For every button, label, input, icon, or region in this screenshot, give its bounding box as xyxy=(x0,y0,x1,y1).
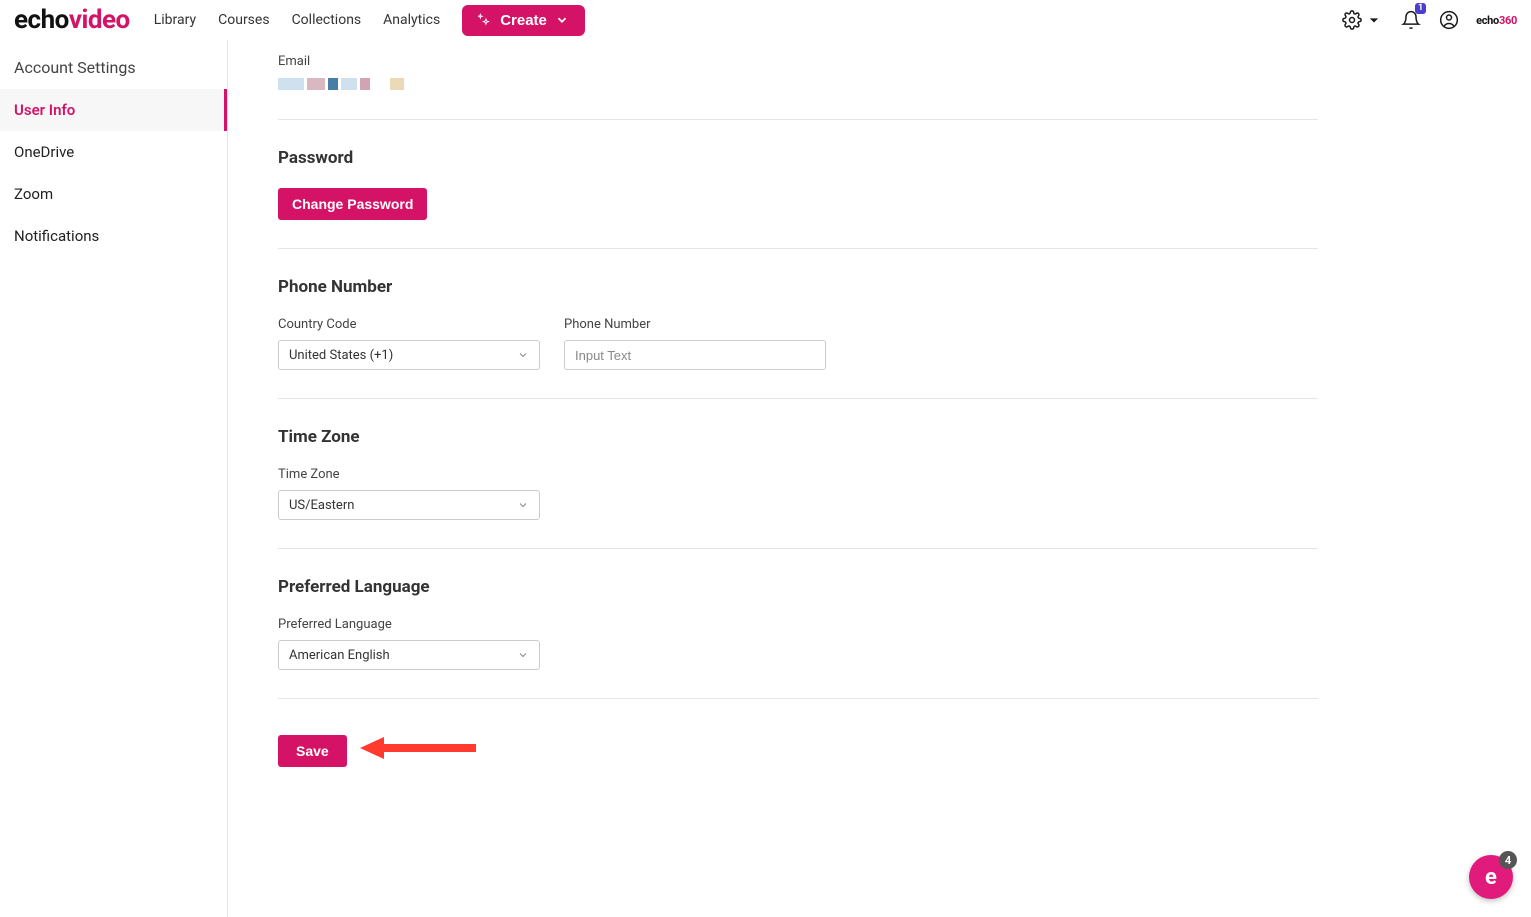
user-circle-icon xyxy=(1439,10,1459,30)
timezone-value: US/Eastern xyxy=(289,498,354,513)
primary-nav: Library Courses Collections Analytics Cr… xyxy=(154,5,585,36)
brand-mini[interactable]: echo360 xyxy=(1476,14,1517,27)
country-code-select[interactable]: United States (+1) xyxy=(278,340,540,370)
language-value: American English xyxy=(289,648,390,663)
email-label: Email xyxy=(278,54,1318,69)
sidebar-item-notifications[interactable]: Notifications xyxy=(0,215,227,257)
redacted-email-value xyxy=(278,77,404,91)
sidebar-item-user-info[interactable]: User Info xyxy=(0,89,227,131)
section-timezone: Time Zone Time Zone US/Eastern xyxy=(278,399,1318,549)
language-title: Preferred Language xyxy=(278,577,1318,597)
nav-library[interactable]: Library xyxy=(154,12,196,28)
nav-analytics[interactable]: Analytics xyxy=(383,12,440,28)
help-count-badge: 4 xyxy=(1499,851,1517,869)
sidebar-title: Account Settings xyxy=(0,46,227,89)
notifications-button[interactable]: 1 xyxy=(1400,9,1422,31)
change-password-button[interactable]: Change Password xyxy=(278,188,427,220)
chevron-down-icon xyxy=(517,499,529,511)
language-select[interactable]: American English xyxy=(278,640,540,670)
topbar: echovideo Library Courses Collections An… xyxy=(0,0,1531,40)
content-scroll[interactable]: Email Password Change Password xyxy=(228,40,1531,917)
save-row: Save xyxy=(278,699,1318,767)
phone-title: Phone Number xyxy=(278,277,1318,297)
phone-number-label: Phone Number xyxy=(564,317,826,332)
chevron-down-icon xyxy=(517,649,529,661)
sidebar: Account Settings User Info OneDrive Zoom… xyxy=(0,40,228,917)
sidebar-item-zoom[interactable]: Zoom xyxy=(0,173,227,215)
country-code-value: United States (+1) xyxy=(289,348,393,363)
gear-icon xyxy=(1342,10,1362,30)
phone-number-input[interactable] xyxy=(564,340,826,370)
language-label: Preferred Language xyxy=(278,617,1318,632)
email-field[interactable] xyxy=(278,77,540,91)
sidebar-item-onedrive[interactable]: OneDrive xyxy=(0,131,227,173)
password-title: Password xyxy=(278,148,1318,168)
nav-courses[interactable]: Courses xyxy=(218,12,269,28)
logo-video: video xyxy=(69,5,130,35)
create-button[interactable]: Create xyxy=(462,5,585,36)
sparkle-icon xyxy=(478,13,492,27)
topbar-actions: 1 echo360 xyxy=(1342,9,1517,31)
section-email: Email xyxy=(278,40,1318,120)
notification-badge: 1 xyxy=(1415,3,1426,14)
section-language: Preferred Language Preferred Language Am… xyxy=(278,549,1318,699)
chevron-down-icon xyxy=(555,13,569,27)
section-password: Password Change Password xyxy=(278,120,1318,249)
account-button[interactable] xyxy=(1438,9,1460,31)
logo[interactable]: echovideo xyxy=(14,5,130,35)
nav-collections[interactable]: Collections xyxy=(292,12,362,28)
save-button[interactable]: Save xyxy=(278,735,347,767)
annotation-arrow-icon xyxy=(358,733,478,763)
timezone-title: Time Zone xyxy=(278,427,1318,447)
section-phone: Phone Number Country Code United States … xyxy=(278,249,1318,399)
timezone-label: Time Zone xyxy=(278,467,1318,482)
create-label: Create xyxy=(500,12,547,29)
logo-echo: echo xyxy=(14,5,69,35)
caret-down-icon xyxy=(1364,10,1384,30)
chevron-down-icon xyxy=(517,349,529,361)
help-bubble[interactable]: e 4 xyxy=(1469,855,1513,899)
country-code-label: Country Code xyxy=(278,317,540,332)
settings-menu[interactable] xyxy=(1342,9,1384,31)
help-glyph: e xyxy=(1485,865,1497,890)
content: Email Password Change Password xyxy=(228,40,1368,827)
timezone-select[interactable]: US/Eastern xyxy=(278,490,540,520)
